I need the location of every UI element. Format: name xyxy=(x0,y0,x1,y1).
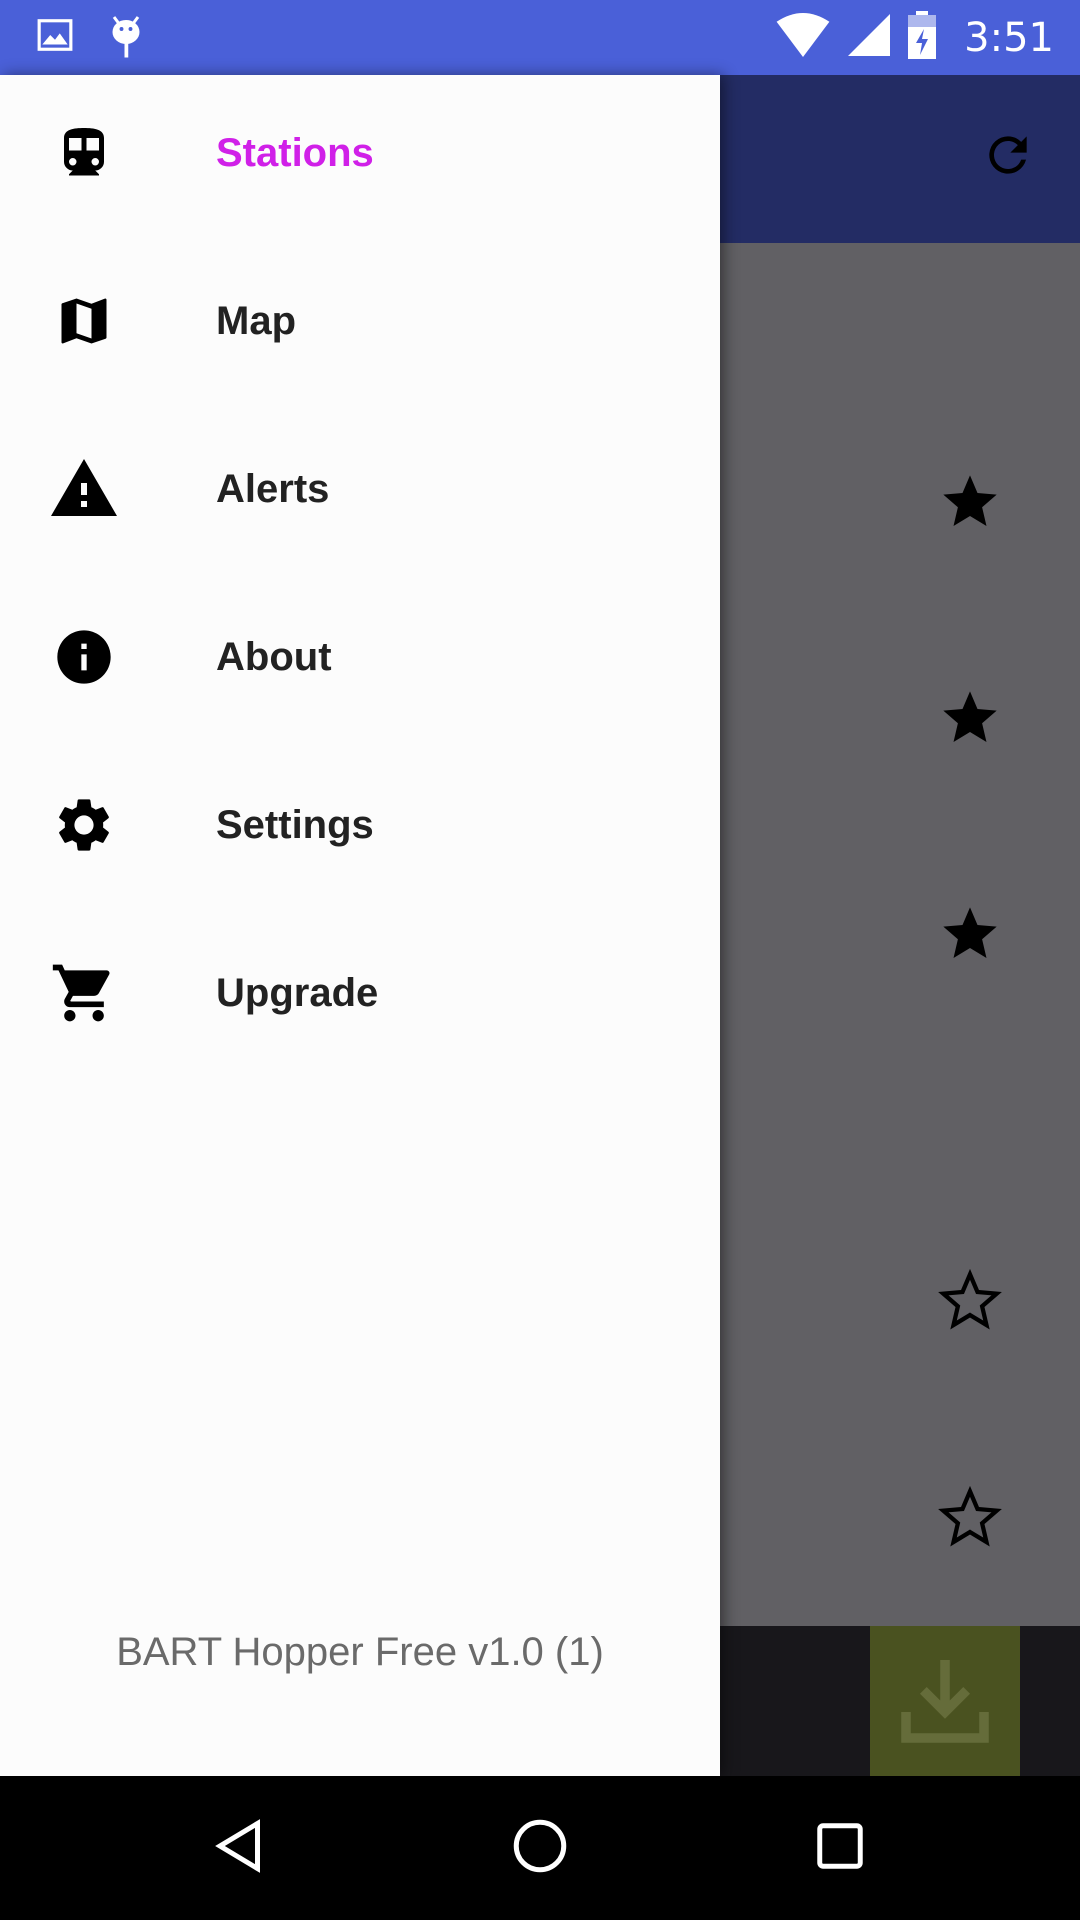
recents-icon xyxy=(813,1819,867,1878)
drawer-item-stations[interactable]: Stations xyxy=(0,83,720,223)
drawer-item-label: Settings xyxy=(216,802,374,847)
wifi-icon xyxy=(776,13,830,62)
system-nav-bar xyxy=(0,1776,1080,1920)
favorite-star-icon[interactable] xyxy=(938,902,1002,966)
android-debug-icon xyxy=(108,11,144,64)
info-icon xyxy=(48,621,120,693)
status-clock: 3:51 xyxy=(964,14,1054,61)
refresh-button[interactable] xyxy=(976,125,1040,189)
navigation-drawer: Stations Map Alerts About Settings Upgra… xyxy=(0,75,720,1776)
download-button[interactable] xyxy=(870,1626,1020,1776)
battery-charging-icon xyxy=(908,11,937,64)
status-bar-left xyxy=(36,0,144,75)
back-icon xyxy=(210,1816,270,1881)
drawer-item-label: Upgrade xyxy=(216,970,379,1015)
drawer-item-about[interactable]: About xyxy=(0,587,720,727)
drawer-item-label: About xyxy=(216,634,332,679)
back-button[interactable] xyxy=(160,1776,320,1920)
download-icon xyxy=(893,1647,997,1756)
drawer-item-map[interactable]: Map xyxy=(0,251,720,391)
home-button[interactable] xyxy=(460,1776,620,1920)
drawer-item-label: Stations xyxy=(216,130,374,175)
favorite-star-outline-icon[interactable] xyxy=(938,1268,1002,1333)
status-bar-right: 3:51 xyxy=(776,0,1054,75)
favorite-star-icon[interactable] xyxy=(938,686,1002,750)
warning-icon xyxy=(48,453,120,525)
map-icon xyxy=(48,285,120,357)
status-bar: 3:51 xyxy=(0,0,1080,75)
drawer-item-label: Map xyxy=(216,298,296,343)
favorite-star-icon[interactable] xyxy=(938,470,1002,534)
refresh-icon xyxy=(980,127,1036,188)
cart-icon xyxy=(48,957,120,1029)
cell-signal-icon xyxy=(848,14,891,61)
gear-icon xyxy=(48,789,120,861)
drawer-item-alerts[interactable]: Alerts xyxy=(0,419,720,559)
drawer-item-settings[interactable]: Settings xyxy=(0,755,720,895)
recents-button[interactable] xyxy=(760,1776,920,1920)
app-version: BART Hopper Free v1.0 (1) xyxy=(116,1630,604,1674)
image-icon xyxy=(36,16,74,59)
drawer-item-upgrade[interactable]: Upgrade xyxy=(0,923,720,1063)
favorite-star-outline-icon[interactable] xyxy=(938,1485,1002,1550)
train-icon xyxy=(48,117,120,189)
drawer-item-label: Alerts xyxy=(216,466,330,511)
home-icon xyxy=(510,1816,570,1881)
